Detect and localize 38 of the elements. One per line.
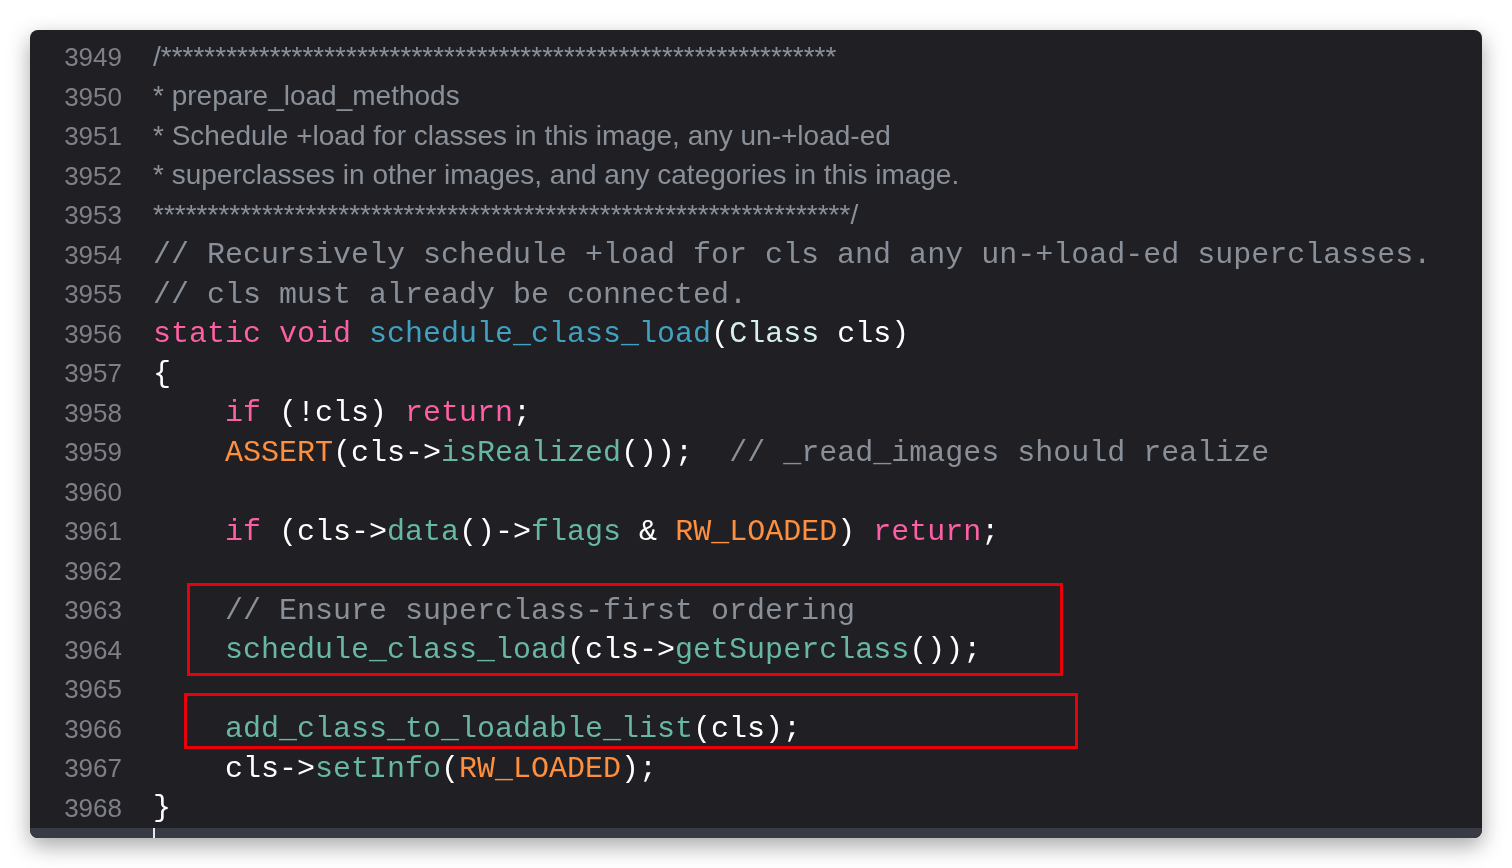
code-line: // cls must already be connected.	[153, 277, 748, 312]
code-line: cls->setInfo(RW_LOADED);	[224, 751, 658, 786]
code-line: if (cls->data()->flags & RW_LOADED) return;	[224, 514, 1000, 549]
code-line: }	[153, 791, 171, 826]
line-number: 3963	[63, 595, 122, 627]
code-line: * superclasses in other images, and any categories in this image.	[153, 159, 960, 193]
line-number: 3966	[63, 713, 122, 745]
code-line: // Ensure superclass-first ordering	[224, 593, 856, 628]
line-number: 3950	[63, 81, 122, 113]
line-number: 3965	[63, 674, 122, 706]
line-number: 3953	[63, 200, 122, 232]
code-line: schedule_class_load(cls->getSuperclass());	[224, 633, 982, 668]
code-line: add_class_to_loadable_list(cls);	[224, 712, 802, 747]
line-number: 3954	[63, 239, 122, 271]
code-line: * prepare_load_methods	[153, 80, 460, 114]
line-number: 3967	[63, 753, 122, 785]
code-line: ****************************************************************/	[153, 198, 859, 232]
line-number: 3960	[63, 476, 122, 508]
line-number: 3962	[63, 555, 122, 587]
code-line: if (!cls) return;	[224, 396, 532, 431]
line-number: 3958	[63, 397, 122, 429]
code-line: static void schedule_class_load(Class cls)	[153, 317, 910, 352]
line-number: 3952	[63, 160, 122, 192]
line-number: 3951	[63, 121, 122, 153]
line-number: 3956	[63, 318, 122, 350]
line-number: 3959	[63, 437, 122, 469]
line-number: 3961	[63, 516, 122, 548]
code-line: * Schedule +load for classes in this image, any un-+load-ed	[153, 119, 891, 153]
line-number: 3949	[63, 42, 122, 74]
code-line: // Recursively schedule +load for cls and any un-+load-ed superclasses.	[153, 238, 1432, 273]
code-line: ASSERT(cls->isRealized()); // _read_images should realize	[224, 435, 1270, 470]
code-line: /**************************************************************	[153, 40, 837, 74]
line-number: 3957	[63, 358, 122, 390]
text-cursor	[153, 828, 155, 838]
line-number: 3964	[63, 634, 122, 666]
code-line: {	[153, 356, 171, 391]
line-number: 3968	[63, 792, 122, 824]
line-number: 3955	[63, 279, 122, 311]
